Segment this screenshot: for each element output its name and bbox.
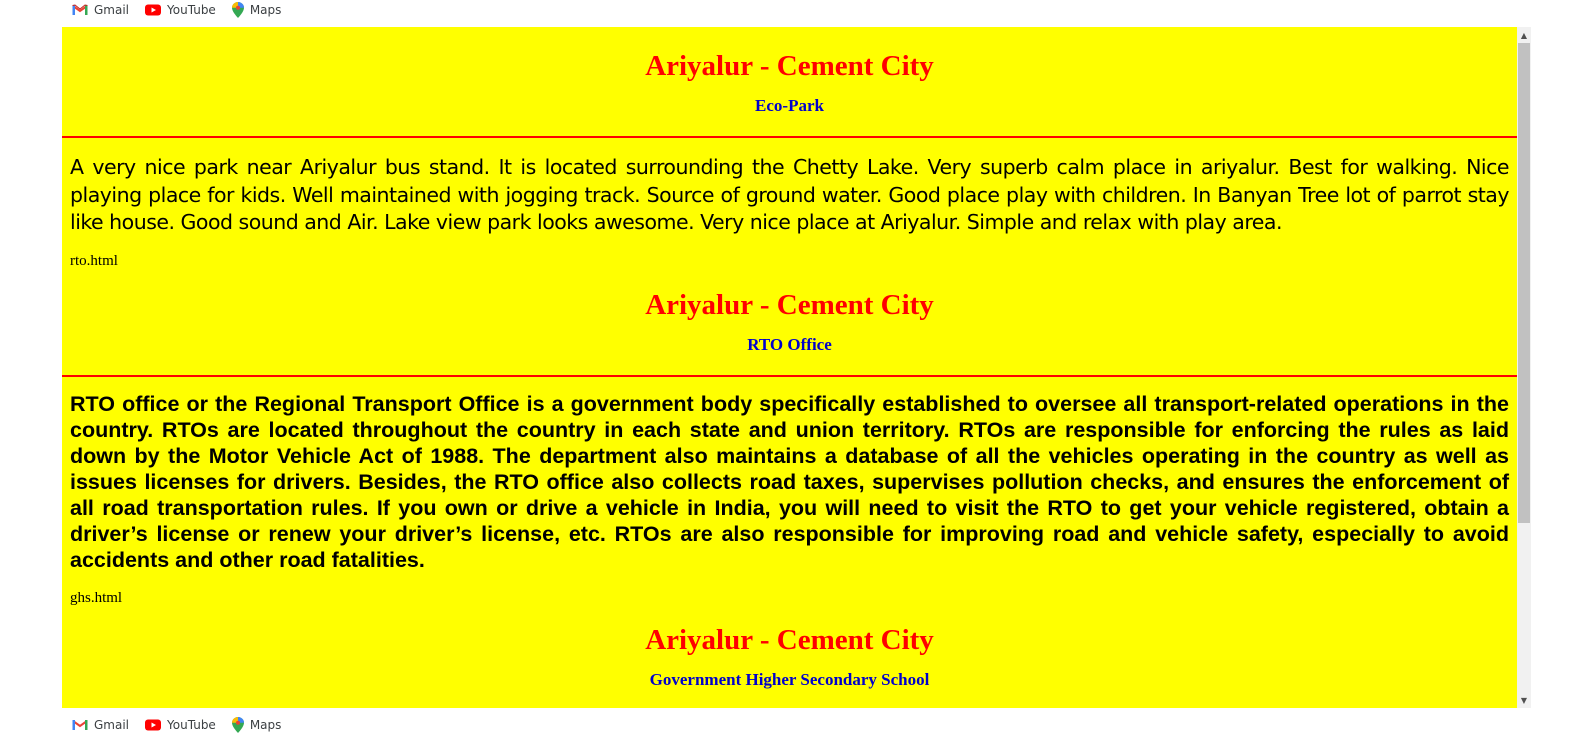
bookmark-youtube[interactable]: YouTube <box>145 718 216 732</box>
bookmark-maps[interactable]: Maps <box>231 2 282 18</box>
page-viewport[interactable]: Ariyalur - Cement City Eco-Park A very n… <box>62 27 1517 708</box>
bookmark-label: Maps <box>249 718 282 732</box>
section-title: Ariyalur - Cement City <box>645 623 934 656</box>
bookmark-maps[interactable]: Maps <box>231 717 282 733</box>
scroll-up-arrow-icon[interactable]: ▲ <box>1517 29 1531 43</box>
next-page-link[interactable]: rto.html <box>62 252 1517 270</box>
bookmark-label: Maps <box>249 3 282 17</box>
bookmark-gmail[interactable]: Gmail <box>72 718 129 732</box>
section-subtitle: RTO Office <box>747 334 832 354</box>
gmail-icon <box>72 4 88 15</box>
bookmark-label: YouTube <box>167 718 216 732</box>
vertical-scrollbar[interactable]: ▲ ▼ <box>1517 27 1531 708</box>
section-subtitle: Eco-Park <box>755 96 824 115</box>
youtube-icon <box>145 719 162 731</box>
scroll-down-arrow-icon[interactable]: ▼ <box>1517 694 1531 708</box>
scrollbar-thumb[interactable] <box>1518 43 1530 523</box>
page-content: Ariyalur - Cement City Eco-Park A very n… <box>62 27 1517 690</box>
next-page-link[interactable]: ghs.html <box>62 589 1517 607</box>
section-subtitle: Government Higher Secondary School <box>649 669 930 689</box>
bookmarks-bar-bottom: Gmail YouTube Maps <box>72 715 281 735</box>
maps-icon <box>231 2 244 18</box>
bookmarks-bar: Gmail YouTube Maps <box>72 0 281 20</box>
maps-icon <box>231 717 244 733</box>
gmail-icon <box>72 720 88 730</box>
bookmark-label: Gmail <box>94 3 130 17</box>
bookmark-label: Gmail <box>94 718 130 732</box>
eco-park-description: A very nice park near Ariyalur bus stand… <box>70 155 1510 234</box>
bookmark-gmail[interactable]: Gmail <box>72 3 129 17</box>
section-title: Ariyalur - Cement City <box>645 288 934 321</box>
page-title: Ariyalur - Cement City <box>645 50 934 82</box>
bookmark-youtube[interactable]: YouTube <box>145 3 216 17</box>
bookmark-label: YouTube <box>167 3 216 17</box>
rto-description: RTO office or the Regional Transport Off… <box>70 391 1509 572</box>
youtube-icon <box>145 4 162 16</box>
